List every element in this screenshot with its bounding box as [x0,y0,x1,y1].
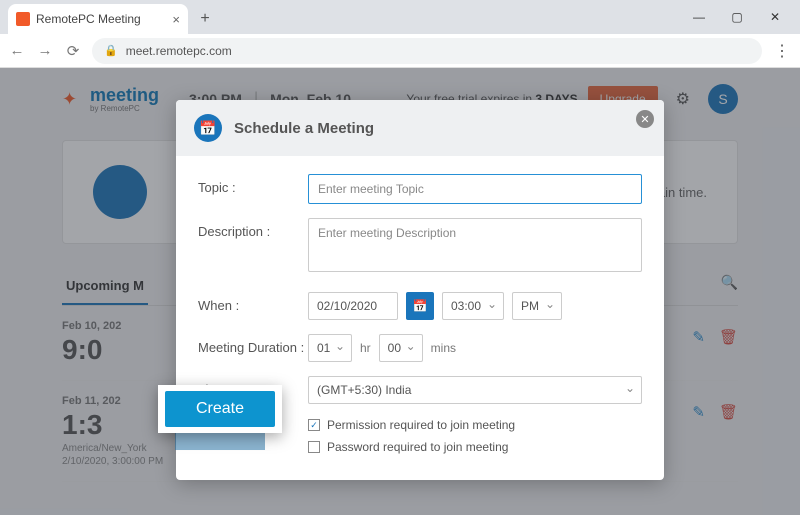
tab-favicon [16,12,30,26]
hour-select[interactable]: 03:00 [442,292,504,320]
duration-label: Meeting Duration : [198,334,308,355]
checkbox-icon[interactable] [308,441,320,453]
browser-tab[interactable]: RemotePC Meeting × [8,4,188,34]
calendar-icon: 📅 [194,114,222,142]
window-controls: — ▢ ✕ [680,6,794,28]
date-input[interactable]: 02/10/2020 [308,292,398,320]
create-callout: Create [158,385,282,433]
url-text: meet.remotepc.com [126,44,232,58]
forward-icon[interactable]: → [36,42,54,59]
close-icon[interactable]: ✕ [636,110,654,128]
description-input[interactable]: Enter meeting Description [308,218,642,272]
lock-icon: 🔒 [104,44,118,57]
modal-title: Schedule a Meeting [234,120,374,137]
timezone-select[interactable]: (GMT+5:30) India [308,376,642,404]
highlight-overlay [175,430,265,450]
calendar-picker-icon[interactable]: 📅 [406,292,434,320]
reload-icon[interactable]: ⟳ [64,42,82,60]
url-input[interactable]: 🔒 meet.remotepc.com [92,38,762,64]
hr-label: hr [360,341,371,355]
maximize-button[interactable]: ▢ [718,6,756,28]
new-tab-button[interactable]: + [194,8,216,30]
close-icon[interactable]: × [172,12,180,27]
permission-label: Permission required to join meeting [327,418,515,432]
tab-title: RemotePC Meeting [36,12,141,26]
mins-label: mins [431,341,456,355]
browser-menu-icon[interactable]: ⋮ [772,41,792,61]
password-checkbox-row[interactable]: Password required to join meeting [308,440,642,454]
modal-header: 📅 Schedule a Meeting ✕ [176,100,664,156]
minimize-button[interactable]: — [680,6,718,28]
close-window-button[interactable]: ✕ [756,6,794,28]
create-button[interactable]: Create [165,391,275,427]
address-bar: ← → ⟳ 🔒 meet.remotepc.com ⋮ [0,34,800,68]
password-label: Password required to join meeting [327,440,508,454]
ampm-select[interactable]: PM [512,292,562,320]
duration-hr-select[interactable]: 01 [308,334,352,362]
browser-tab-strip: RemotePC Meeting × + — ▢ ✕ [0,0,800,34]
duration-min-select[interactable]: 00 [379,334,423,362]
topic-input[interactable]: Enter meeting Topic [308,174,642,204]
when-label: When : [198,292,308,313]
checkbox-icon[interactable]: ✓ [308,419,320,431]
description-label: Description : [198,218,308,239]
permission-checkbox-row[interactable]: ✓ Permission required to join meeting [308,418,642,432]
back-icon[interactable]: ← [8,42,26,59]
topic-label: Topic : [198,174,308,195]
